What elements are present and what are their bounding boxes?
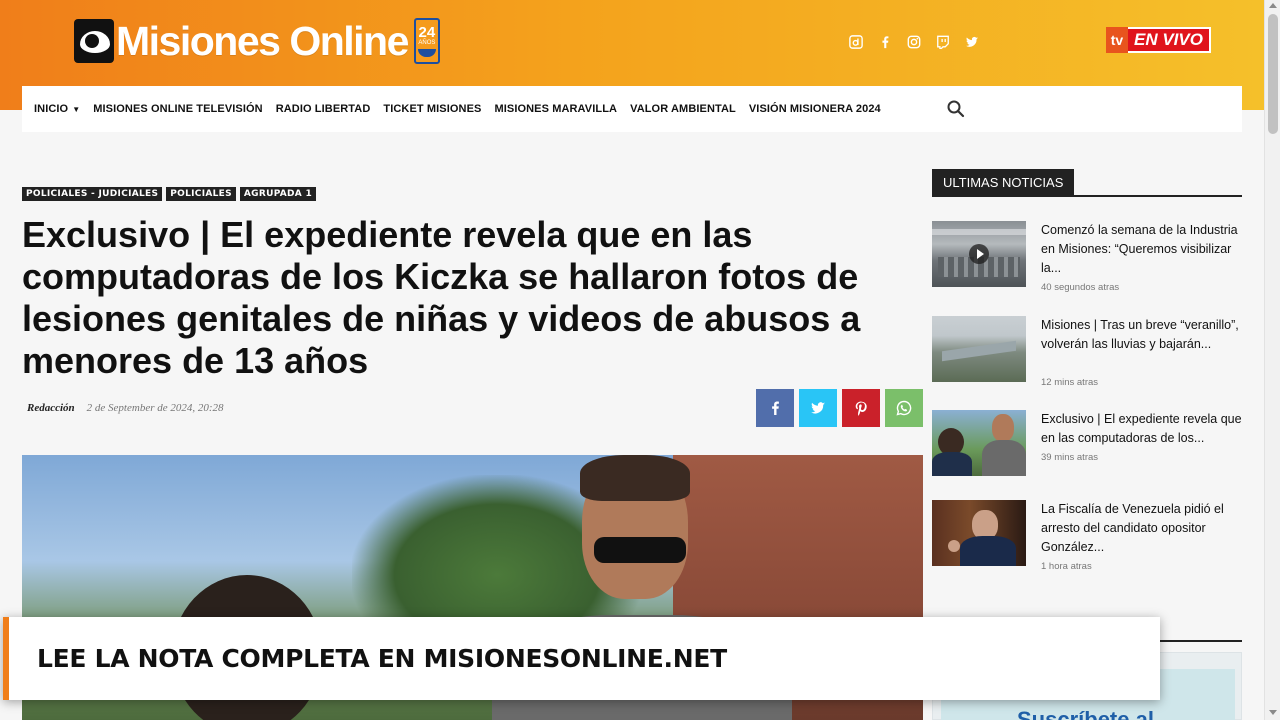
tag-policiales-judiciales[interactable]: POLICIALES - JUDICIALES	[22, 187, 163, 201]
news-time: 12 mins atras	[1041, 377, 1099, 388]
dailymotion-icon[interactable]	[848, 34, 864, 50]
news-title[interactable]: Misiones | Tras un breve “veranillo”, vo…	[1041, 316, 1246, 354]
social-links	[848, 34, 980, 50]
logo-eye-icon	[74, 19, 114, 63]
news-title[interactable]: Exclusivo | El expediente revela que en …	[1041, 410, 1246, 448]
facebook-icon[interactable]	[877, 34, 893, 50]
article-date: 2 de September de 2024, 20:28	[86, 402, 224, 414]
tag-policiales[interactable]: POLICIALES	[166, 187, 236, 201]
live-tv-button[interactable]: tv EN VIVO	[1106, 27, 1211, 53]
play-icon	[969, 244, 989, 264]
logo-text: Misiones Online	[116, 17, 409, 64]
nav-item-inicio[interactable]: INICIO ▼	[34, 103, 80, 115]
page: Misiones Online 24 AÑOS tv EN VIVO INICI…	[0, 0, 1280, 720]
twitter-icon	[811, 402, 825, 414]
news-time: 40 segundos atras	[1041, 282, 1120, 293]
news-thumbnail[interactable]	[932, 221, 1026, 287]
article-author[interactable]: Redacción	[27, 402, 75, 414]
live-label: EN VIVO	[1128, 27, 1211, 53]
nav-item-television[interactable]: MISIONES ONLINE TELEVISIÓN	[93, 103, 262, 115]
nav-item-vision[interactable]: VISIÓN MISIONERA 2024	[749, 103, 881, 115]
news-title[interactable]: La Fiscalía de Venezuela pidió el arrest…	[1041, 500, 1246, 557]
badge-number: 24	[418, 24, 436, 41]
site-logo[interactable]: Misiones Online 24 AÑOS	[74, 18, 440, 64]
news-thumbnail[interactable]	[932, 410, 1026, 476]
article-tags: POLICIALES - JUDICIALES POLICIALES AGRUP…	[22, 187, 317, 201]
badge-label: AÑOS	[418, 40, 436, 46]
news-thumbnail[interactable]	[932, 500, 1026, 566]
live-tv-prefix: tv	[1106, 27, 1128, 53]
news-item[interactable]: Comenzó la semana de la Industria en Mis…	[932, 221, 1242, 301]
nav-item-maravilla[interactable]: MISIONES MARAVILLA	[494, 103, 617, 115]
facebook-icon	[772, 401, 779, 415]
instagram-icon[interactable]	[906, 34, 922, 50]
page-scrollbar[interactable]	[1264, 0, 1280, 720]
whatsapp-icon	[896, 400, 912, 416]
share-pinterest-button[interactable]	[842, 389, 880, 427]
nav-item-ticket[interactable]: TICKET MISIONES	[383, 103, 481, 115]
read-full-article-banner: LEE LA NOTA COMPLETA EN MISIONESONLINE.N…	[3, 617, 1160, 700]
share-twitter-button[interactable]	[799, 389, 837, 427]
news-thumbnail[interactable]	[932, 316, 1026, 382]
article-title: Exclusivo | El expediente revela que en …	[22, 214, 861, 381]
badge-ribbon	[417, 49, 436, 57]
sidebar-title: ULTIMAS NOTICIAS	[932, 169, 1075, 195]
twitch-icon[interactable]	[935, 34, 951, 50]
anniversary-badge: 24 AÑOS	[413, 18, 440, 64]
nav-item-ambiental[interactable]: VALOR AMBIENTAL	[630, 103, 736, 115]
banner-text: LEE LA NOTA COMPLETA EN MISIONESONLINE.N…	[37, 644, 727, 673]
scroll-down-arrow-icon[interactable]	[1269, 710, 1277, 715]
news-item[interactable]: La Fiscalía de Venezuela pidió el arrest…	[932, 500, 1242, 580]
scroll-up-arrow-icon[interactable]	[1269, 3, 1277, 8]
article-byline: Redacción 2 de September de 2024, 20:28	[27, 402, 224, 414]
sidebar-header: ULTIMAS NOTICIAS	[932, 169, 1242, 197]
search-icon[interactable]	[946, 99, 966, 119]
news-time: 39 mins atras	[1041, 452, 1099, 463]
pinterest-icon	[855, 401, 867, 416]
news-item[interactable]: Misiones | Tras un breve “veranillo”, vo…	[932, 316, 1242, 396]
nav-item-label: INICIO	[34, 103, 69, 115]
tag-agrupada[interactable]: AGRUPADA 1	[239, 187, 317, 201]
newsletter-promo-text: Suscríbete al	[1017, 707, 1154, 720]
share-buttons	[756, 389, 923, 427]
news-time: 1 hora atras	[1041, 561, 1092, 572]
news-title[interactable]: Comenzó la semana de la Industria en Mis…	[1041, 221, 1246, 278]
share-facebook-button[interactable]	[756, 389, 794, 427]
main-nav: INICIO ▼ MISIONES ONLINE TELEVISIÓN RADIO…	[22, 86, 1242, 132]
share-whatsapp-button[interactable]	[885, 389, 923, 427]
nav-item-radio[interactable]: RADIO LIBERTAD	[276, 103, 371, 115]
twitter-icon[interactable]	[964, 34, 980, 50]
news-item[interactable]: Exclusivo | El expediente revela que en …	[932, 410, 1242, 490]
chevron-down-icon: ▼	[72, 104, 81, 114]
scrollbar-thumb[interactable]	[1268, 14, 1278, 134]
